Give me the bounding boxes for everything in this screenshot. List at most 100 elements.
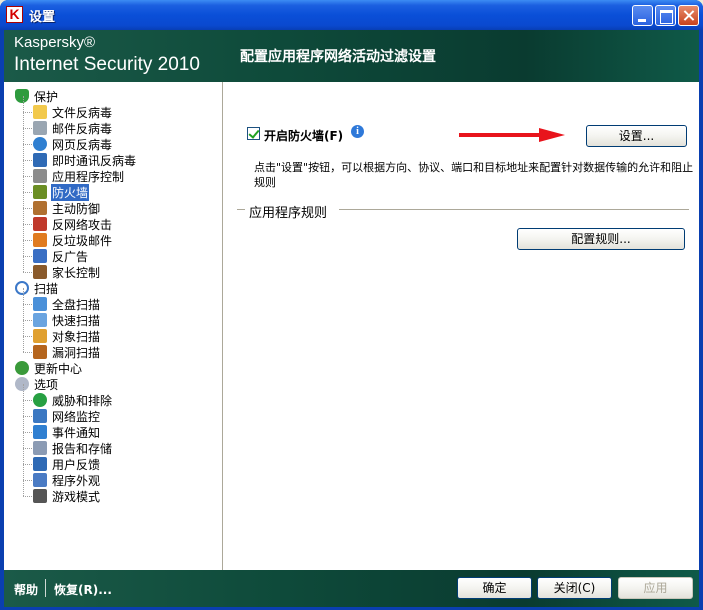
tree-item[interactable]: 防火墙 (33, 183, 90, 201)
tree-item-label: 游戏模式 (52, 489, 101, 504)
settings-window: K 设置 Kaspersky® Internet Security 2010 配… (0, 0, 703, 610)
settings-tree: 保护 文件反病毒 邮件反病毒 网页反病毒 即时通讯反病毒 应用程序控制 防火墙 主动防御 反网络… (4, 82, 223, 570)
tree-item-label: 程序外观 (52, 473, 101, 488)
tree-item-label: 主动防御 (52, 201, 101, 216)
tree-item[interactable]: 反垃圾邮件 (33, 232, 113, 248)
tree-connector (23, 304, 32, 305)
tree-item-label: 即时通讯反病毒 (52, 153, 137, 168)
product-name: Internet Security 2010 (14, 54, 200, 75)
mail-icon (33, 121, 47, 135)
tree-item-label: 选项 (34, 377, 59, 392)
tree-item[interactable]: 更新中心 (15, 360, 83, 376)
tree-item[interactable]: 选项 (15, 376, 59, 392)
kaspersky-logo-icon: K (6, 6, 23, 23)
tree-item[interactable]: 应用程序控制 (33, 168, 125, 184)
tree-item[interactable]: 威胁和排除 (33, 392, 113, 408)
tree-item[interactable]: 网络监控 (33, 408, 101, 424)
tree-item[interactable]: 扫描 (15, 280, 59, 296)
tree-item[interactable]: 游戏模式 (33, 488, 101, 504)
footer-bar: 帮助 恢复(R)... 确定 关闭(C) 应用 (4, 570, 699, 607)
tree-item[interactable]: 保护 (15, 88, 59, 104)
configure-rules-button[interactable]: 配置规则... (517, 228, 685, 250)
tree-item-label: 文件反病毒 (52, 105, 113, 120)
tree-item[interactable]: 主动防御 (33, 200, 101, 216)
tree-connector (23, 144, 24, 160)
tree-connector (23, 208, 24, 224)
title-bar[interactable]: K 设置 (0, 0, 703, 30)
tree-item-label: 家长控制 (52, 265, 101, 280)
tree-connector (23, 160, 32, 161)
tree-connector (23, 400, 24, 416)
close-button[interactable]: 关闭(C) (537, 577, 612, 599)
restore-link[interactable]: 恢复(R)... (54, 581, 112, 598)
tree-connector (23, 176, 24, 192)
tree-connector (23, 432, 32, 433)
tree-connector (23, 96, 24, 112)
close-window-button[interactable] (678, 5, 699, 26)
enable-firewall-label[interactable]: 开启防火墙(F) (264, 127, 343, 144)
settings-button[interactable]: 设置... (586, 125, 687, 147)
tree-item-label: 反垃圾邮件 (52, 233, 113, 248)
tree-item[interactable]: 快速扫描 (33, 312, 101, 328)
tree-connector (23, 208, 32, 209)
window-client: Kaspersky® Internet Security 2010 配置应用程序… (4, 30, 699, 607)
minimize-button[interactable] (632, 5, 653, 26)
firewall-description: 点击"设置"按钮，可以根据方向、协议、端口和目标地址来配置针对数据传输的允许和阻… (254, 161, 694, 189)
arrow-head (539, 128, 565, 142)
tree-item[interactable]: 即时通讯反病毒 (33, 152, 137, 168)
tree-item[interactable]: 文件反病毒 (33, 104, 113, 120)
tree-connector (23, 128, 24, 144)
tree-item[interactable]: 报告和存储 (33, 440, 113, 456)
tree-item-label: 防火墙 (51, 183, 90, 201)
tree-item-label: 用户反馈 (52, 457, 101, 472)
tree-connector (23, 496, 32, 497)
section-rule-left (237, 209, 245, 210)
tree-item[interactable]: 邮件反病毒 (33, 120, 113, 136)
chat-icon (33, 153, 47, 167)
folder-icon (33, 105, 47, 119)
tree-item[interactable]: 程序外观 (33, 472, 101, 488)
tree-item[interactable]: 事件通知 (33, 424, 101, 440)
tree-connector (23, 480, 24, 496)
feedback-icon (33, 457, 47, 471)
page-title: 配置应用程序网络活动过滤设置 (240, 49, 436, 65)
tree-item[interactable]: 用户反馈 (33, 456, 101, 472)
tree-item[interactable]: 家长控制 (33, 264, 101, 280)
tree-connector (23, 240, 24, 256)
ok-button[interactable]: 确定 (457, 577, 532, 599)
reports-icon (33, 441, 47, 455)
tree-item-label: 更新中心 (34, 361, 83, 376)
enable-firewall-checkbox[interactable] (247, 127, 260, 140)
tree-connector (23, 192, 24, 208)
tree-connector (23, 160, 24, 176)
parental-icon (33, 265, 47, 279)
tree-connector (23, 448, 32, 449)
tree-item-label: 保护 (34, 89, 59, 104)
options-icon (15, 377, 29, 391)
tree-connector (23, 256, 24, 272)
firewall-icon (33, 185, 47, 199)
firewall-settings-panel: 开启防火墙(F) i 设置... 点击"设置"按钮，可以根据方向、协议、端口和目… (224, 82, 699, 570)
info-icon[interactable]: i (351, 125, 364, 138)
help-link[interactable]: 帮助 (14, 581, 38, 598)
filter-icon (33, 169, 47, 183)
tree-connector (23, 288, 24, 304)
tree-connector (23, 384, 24, 400)
tree-item-label: 威胁和排除 (52, 393, 113, 408)
tree-connector (23, 240, 32, 241)
tree-item-label: 对象扫描 (52, 329, 101, 344)
maximize-button[interactable] (655, 5, 676, 26)
tree-item[interactable]: 反网络攻击 (33, 216, 113, 232)
tree-item[interactable]: 全盘扫描 (33, 296, 101, 312)
tree-connector (23, 320, 32, 321)
application-rules-section: 应用程序规则 (237, 202, 689, 221)
tree-connector (23, 448, 24, 464)
tree-connector (23, 256, 32, 257)
tree-item[interactable]: 对象扫描 (33, 328, 101, 344)
tree-item[interactable]: 网页反病毒 (33, 136, 113, 152)
tree-item-label: 邮件反病毒 (52, 121, 113, 136)
tree-item[interactable]: 反广告 (33, 248, 89, 264)
tree-connector (23, 304, 24, 320)
tree-item[interactable]: 漏洞扫描 (33, 344, 101, 360)
arrow-shaft (459, 133, 541, 137)
